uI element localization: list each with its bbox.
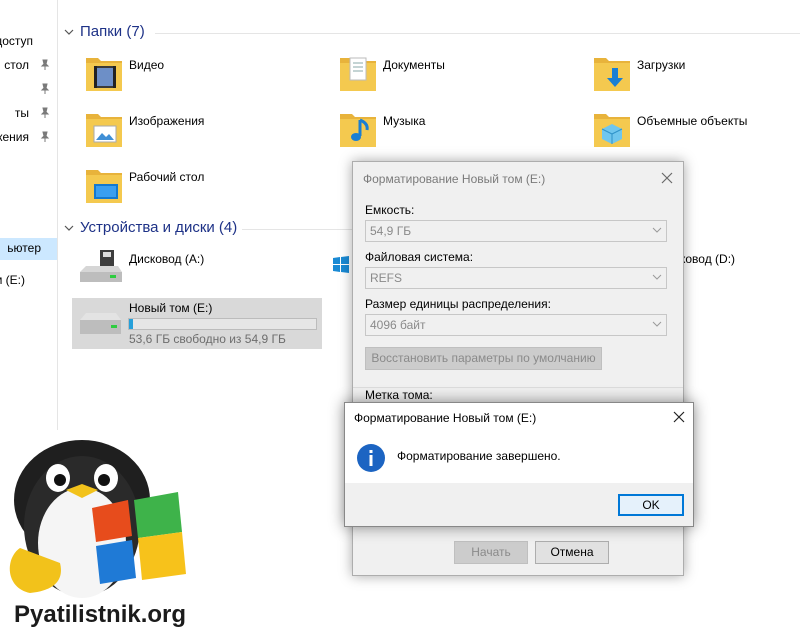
start-button[interactable]: Начать [454,541,528,564]
section-title: Папки (7) [80,23,145,40]
section-divider [242,229,352,230]
downloads-folder-icon [594,58,630,91]
drive-item-d[interactable]: ковод (D:) [680,250,802,270]
nav-item-label: ты [14,106,29,120]
nav-item-label: доступ [0,34,33,48]
nav-item-this-pc[interactable]: ьютер [0,238,57,260]
folder-label: Документы [383,58,445,72]
allocation-unit-label: Размер единицы распределения: [365,297,551,311]
hard-drive-icon [80,313,121,334]
drive-usage-fill [129,319,134,329]
pin-icon [40,59,50,70]
penguin-logo-icon [9,440,186,598]
folder-item-3d-objects[interactable]: Объемные объекты [592,108,792,152]
folder-label: Музыка [383,114,426,128]
watermark-text: Pyatilistnik.org [14,601,187,628]
windows-drive-icon [333,256,349,273]
nav-item-label: м (E:) [0,273,25,287]
allocation-unit-select[interactable]: 4096 байт [365,314,667,336]
filesystem-label: Файловая система: [365,250,474,264]
filesystem-select[interactable]: REFS [365,267,667,289]
drive-label: ковод (D:) [680,252,736,266]
close-icon[interactable] [671,409,687,425]
desktop-folder-icon [86,170,122,203]
drive-item-c[interactable] [330,250,350,280]
ok-button[interactable]: OK [618,494,684,516]
volume-label-label: Метка тома: [365,388,433,402]
folder-label: Объемные объекты [637,114,748,128]
capacity-select[interactable]: 54,9 ГБ [365,220,667,242]
folder-item-music[interactable]: Музыка [338,108,568,152]
filesystem-value: REFS [370,271,403,285]
message-text: Форматирование завершено. [397,449,561,463]
chevron-down-icon [652,274,662,280]
nav-item-label: жения [0,130,29,144]
chevron-down-icon [64,225,74,231]
dialog-title: Форматирование Новый том (E:) [363,172,546,186]
chevron-down-icon [64,29,74,35]
nav-item-volume-e[interactable]: м (E:) [0,270,57,292]
nav-item-pictures[interactable]: жения [0,127,57,149]
floppy-drive-icon [80,250,122,282]
cancel-button[interactable]: Отмена [535,541,609,564]
folder-label: Рабочий стол [129,170,205,184]
nav-item-documents[interactable]: ты [0,103,57,125]
documents-folder-icon [340,57,376,91]
devices-section-header[interactable]: Устройства и диски (4) [64,219,237,236]
pin-icon [40,107,50,118]
nav-item-label: ьютер [7,241,41,255]
drive-label: Новый том (E:) [129,301,213,315]
pin-icon [40,131,50,142]
folders-section-header[interactable]: Папки (7) [64,23,145,40]
completion-message-box: Форматирование Новый том (E:) Форматиров… [344,402,694,527]
nav-item-desktop[interactable]: стол [0,55,57,77]
section-title: Устройства и диски (4) [80,219,238,236]
restore-defaults-button[interactable]: Восстановить параметры по умолчанию [365,347,602,370]
capacity-value: 54,9 ГБ [370,224,412,238]
allocation-unit-value: 4096 байт [370,318,426,332]
video-folder-icon [86,58,122,91]
nav-item-downloads[interactable] [0,79,57,101]
folder-item-pictures[interactable]: Изображения [84,108,314,152]
message-box-title: Форматирование Новый том (E:) [354,411,537,425]
drive-label: Дисковод (A:) [129,252,205,266]
info-icon [357,444,385,472]
folder-label: Изображения [129,114,205,128]
close-icon[interactable] [659,170,675,186]
drive-free-space: 53,6 ГБ свободно из 54,9 ГБ [129,332,286,346]
music-folder-icon [340,114,376,147]
folder-item-downloads[interactable]: Загрузки [592,52,792,96]
pin-icon [40,83,50,94]
pictures-folder-icon [86,114,122,147]
folder-item-desktop[interactable]: Рабочий стол [84,164,314,208]
section-divider [155,33,800,34]
nav-item-label: стол [4,58,29,72]
folder-item-video[interactable]: Видео [84,52,314,96]
chevron-down-icon [652,227,662,233]
drive-item-e[interactable]: Новый том (E:) 53,6 ГБ свободно из 54,9 … [72,298,322,349]
chevron-down-icon [652,321,662,327]
folder-label: Видео [129,58,165,72]
drive-item-a[interactable]: Дисковод (A:) [76,244,326,290]
folder-item-documents[interactable]: Документы [338,52,568,96]
drive-usage-bar [128,318,317,330]
3d-objects-folder-icon [594,114,630,147]
folder-label: Загрузки [637,58,686,72]
capacity-label: Емкость: [365,203,415,217]
nav-item-quick-access[interactable]: доступ [0,31,57,53]
